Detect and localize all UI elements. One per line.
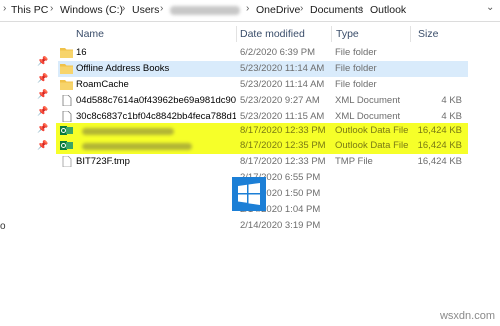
file-date: 8/17/2020 12:35 PM bbox=[240, 140, 326, 151]
file-date: 6/2/2020 6:39 PM bbox=[240, 47, 315, 58]
redacted-file-name bbox=[82, 143, 192, 150]
folder-icon bbox=[60, 64, 73, 74]
file-date: 5/23/2020 11:15 AM bbox=[240, 111, 325, 122]
file-type: XML Document bbox=[335, 111, 401, 122]
list-item[interactable]: 04d588c7614a0f43962be69a981dc90f - ... 5… bbox=[58, 93, 468, 109]
list-item[interactable]: BIT723F.tmp 8/17/2020 12:33 PM TMP File … bbox=[58, 154, 468, 170]
file-size: 16,424 KB bbox=[417, 140, 462, 151]
list-item[interactable]: Offline Address Books 5/23/2020 11:14 AM… bbox=[58, 61, 468, 77]
pin-icon[interactable]: 📌 bbox=[37, 140, 48, 151]
column-divider[interactable] bbox=[331, 26, 332, 42]
list-item[interactable]: 8/17/2020 12:33 PM Outlook Data File 16,… bbox=[58, 123, 468, 139]
breadcrumb-users[interactable]: Users bbox=[132, 4, 159, 16]
file-size: 16,424 KB bbox=[417, 156, 462, 167]
breadcrumb-documents[interactable]: Documents bbox=[310, 4, 363, 16]
file-icon bbox=[62, 156, 72, 167]
file-name: 16 bbox=[76, 47, 87, 58]
navigation-pane: 📌 📌 📌 📌 📌 📌 o bbox=[0, 22, 52, 326]
breadcrumb-onedrive[interactable]: OneDrive bbox=[256, 4, 300, 16]
file-type: File folder bbox=[335, 63, 377, 74]
list-item[interactable]: RoamCache 5/23/2020 11:14 AM File folder bbox=[58, 77, 468, 93]
chevron-right-icon: › bbox=[3, 3, 7, 14]
chevron-right-icon: › bbox=[246, 3, 250, 14]
column-header-size[interactable]: Size bbox=[418, 28, 438, 40]
file-type: TMP File bbox=[335, 156, 373, 167]
column-divider[interactable] bbox=[410, 26, 411, 42]
outlook-data-file-icon bbox=[60, 126, 73, 135]
xml-file-icon bbox=[62, 111, 72, 122]
breadcrumb-windows-c[interactable]: Windows (C:) bbox=[60, 4, 123, 16]
pin-icon[interactable]: 📌 bbox=[37, 89, 48, 100]
column-header-date[interactable]: Date modified bbox=[240, 28, 305, 40]
file-date: 8/17/2020 12:33 PM bbox=[240, 156, 326, 167]
file-type: File folder bbox=[335, 47, 377, 58]
folder-icon bbox=[60, 80, 73, 90]
file-type: Outlook Data File bbox=[335, 125, 409, 136]
chevron-right-icon: › bbox=[360, 3, 364, 14]
file-size: 16,424 KB bbox=[417, 125, 462, 136]
file-size: 4 KB bbox=[441, 95, 462, 106]
xml-file-icon bbox=[62, 95, 72, 106]
chevron-right-icon: › bbox=[50, 3, 54, 14]
nav-item-label[interactable]: o bbox=[0, 221, 6, 232]
redacted-file-name bbox=[82, 128, 174, 135]
file-date: 8/17/2020 12:33 PM bbox=[240, 125, 326, 136]
column-divider[interactable] bbox=[236, 26, 237, 42]
list-item[interactable]: 16 6/2/2020 6:39 PM File folder bbox=[58, 45, 468, 61]
file-name: 04d588c7614a0f43962be69a981dc90f - ... bbox=[76, 95, 236, 106]
windows-logo-icon bbox=[232, 177, 266, 211]
file-date: 2/14/2020 3:19 PM bbox=[240, 220, 321, 231]
watermark-brand: wsxdn.com bbox=[439, 310, 495, 322]
pin-icon[interactable]: 📌 bbox=[37, 73, 48, 84]
redacted-username bbox=[170, 6, 240, 15]
pin-icon[interactable]: 📌 bbox=[37, 123, 48, 134]
file-type: File folder bbox=[335, 79, 377, 90]
file-name: 30c8c6837c1bf04c8842bb4feca788d1 - ... bbox=[76, 111, 236, 122]
list-item[interactable]: 8/17/2020 12:35 PM Outlook Data File 16,… bbox=[58, 138, 468, 154]
file-date: 5/23/2020 9:27 AM bbox=[240, 95, 320, 106]
file-size: 4 KB bbox=[441, 111, 462, 122]
chevron-right-icon: › bbox=[160, 3, 164, 14]
column-header-type[interactable]: Type bbox=[336, 28, 359, 40]
folder-icon bbox=[60, 48, 73, 58]
chevron-down-icon[interactable]: ⌄ bbox=[486, 2, 494, 13]
file-type: XML Document bbox=[335, 95, 401, 106]
file-date: 5/23/2020 11:14 AM bbox=[240, 63, 325, 74]
list-item[interactable]: 2/14/2020 3:19 PM bbox=[58, 218, 468, 234]
chevron-right-icon: › bbox=[122, 3, 126, 14]
file-name: Offline Address Books bbox=[76, 63, 170, 74]
file-name: BIT723F.tmp bbox=[76, 156, 130, 167]
address-bar[interactable]: › This PC › Windows (C:) › Users › › One… bbox=[0, 0, 500, 22]
pin-icon[interactable]: 📌 bbox=[37, 106, 48, 117]
breadcrumb-outlook[interactable]: Outlook bbox=[370, 4, 406, 16]
outlook-data-file-icon bbox=[60, 141, 73, 150]
file-name: RoamCache bbox=[76, 79, 129, 90]
pin-icon[interactable]: 📌 bbox=[37, 56, 48, 67]
chevron-right-icon: › bbox=[300, 3, 304, 14]
file-type: Outlook Data File bbox=[335, 140, 409, 151]
file-date: 5/23/2020 11:14 AM bbox=[240, 79, 325, 90]
breadcrumb-this-pc[interactable]: This PC bbox=[11, 4, 48, 16]
column-header-name[interactable]: Name bbox=[76, 28, 104, 40]
